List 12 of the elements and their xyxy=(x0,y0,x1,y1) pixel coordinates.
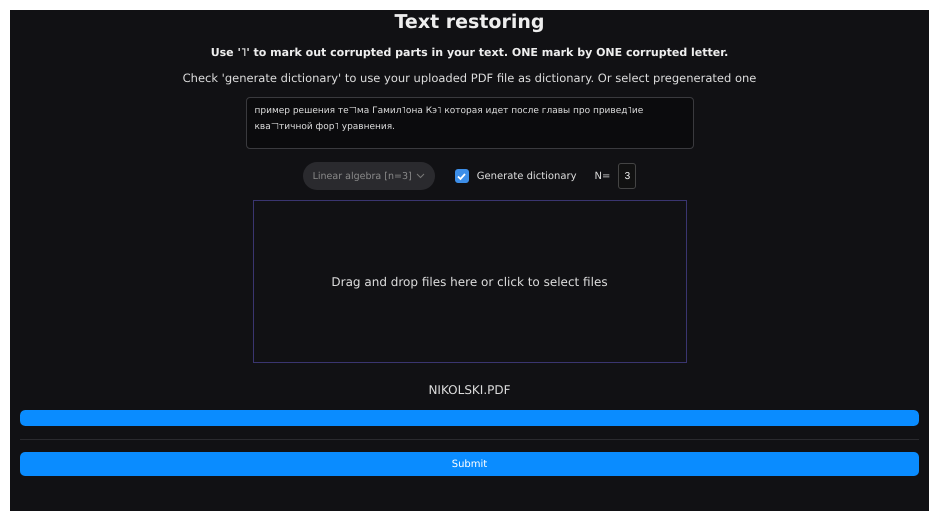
chevron-icon xyxy=(416,173,425,179)
file-name: NIKOLSKI.PDF xyxy=(428,383,511,397)
generate-dictionary-checkbox[interactable] xyxy=(454,169,469,183)
n-label: N= xyxy=(594,170,610,182)
checkbox-label: Generate dictionary xyxy=(476,170,577,182)
text-input-field[interactable]: пример решения те˥˥˥ма Гамил˥она Кэ˥ которая идет после главы про привед˥ие ква˥˥˥тичной фор˥ уравнения. xyxy=(246,97,694,149)
n-input-field[interactable]: 3 xyxy=(618,163,636,189)
instruction-text: Use '˥' to mark out corrupted parts in your text. ONE mark by ONE corrupted letter. xyxy=(210,46,728,59)
hint-text: Check 'generate dictionary' to use your uploaded PDF file as dictionary. Or select pregenerated one xyxy=(182,71,756,85)
dropzone-text: Drag and drop files here or click to select files xyxy=(331,274,608,288)
file-dropzone[interactable]: Drag and drop files here or click to select files xyxy=(252,200,686,363)
page-title: Text restoring xyxy=(394,10,544,34)
